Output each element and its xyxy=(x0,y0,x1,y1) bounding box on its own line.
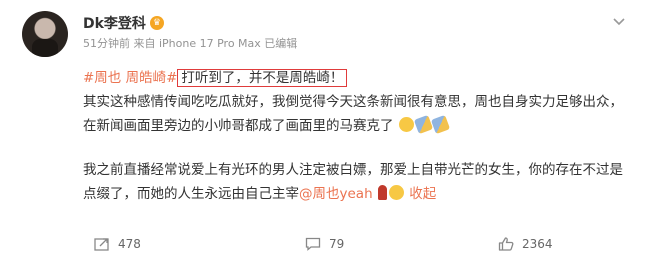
comment-count: 79 xyxy=(329,237,345,251)
like-count: 2364 xyxy=(522,237,553,251)
avatar[interactable] xyxy=(22,11,68,57)
hammer-emoji-icon xyxy=(430,114,450,135)
more-icon[interactable] xyxy=(612,14,628,28)
like-button[interactable]: 2364 xyxy=(498,237,553,251)
highlight-box: 打听到了，并不是周皓崎！ xyxy=(177,69,348,87)
crown-icon: ♛ xyxy=(149,16,164,30)
collapse-link[interactable]: 收起 xyxy=(409,186,436,202)
post-meta: 51分钟前 来自 iPhone 17 Pro Max 已编辑 xyxy=(83,37,298,50)
cry-emoji-icon xyxy=(388,185,404,200)
hammer-emoji-icon xyxy=(413,114,433,135)
face-emoji-icon xyxy=(398,117,414,132)
paragraph-1: #周也 周皓崎# 打听到了，并不是周皓崎！ 其实这种感情传闻吃吃瓜就好，我倒觉得今… xyxy=(83,66,623,138)
repost-count: 478 xyxy=(118,237,141,251)
comment-button[interactable]: 79 xyxy=(305,237,344,251)
username[interactable]: Dk李登科 ♛ xyxy=(83,13,164,33)
paragraph-1-text: 其实这种感情传闻吃吃瓜就好，我倒觉得今天这条新闻很有意思，周也自身实力足够出众，… xyxy=(83,94,623,134)
mention-link[interactable]: @周也yeah xyxy=(299,186,373,202)
paragraph-2: 我之前直播经常说爱上有光环的男人注定被白嫖，那爱上自带光芒的女生，你的存在不过是… xyxy=(83,158,623,206)
comment-icon xyxy=(305,237,321,251)
rose-emoji-icon xyxy=(377,185,387,200)
post-content: #周也 周皓崎# 打听到了，并不是周皓崎！ 其实这种感情传闻吃吃瓜就好，我倒觉得今… xyxy=(83,66,623,206)
repost-button[interactable]: 478 xyxy=(94,237,141,251)
username-text[interactable]: Dk李登科 xyxy=(83,13,146,33)
topic-tag[interactable]: #周也 周皓崎# xyxy=(83,70,177,86)
repost-icon xyxy=(94,237,110,251)
action-bar: 478 79 2364 xyxy=(0,237,645,251)
like-icon xyxy=(498,237,514,251)
